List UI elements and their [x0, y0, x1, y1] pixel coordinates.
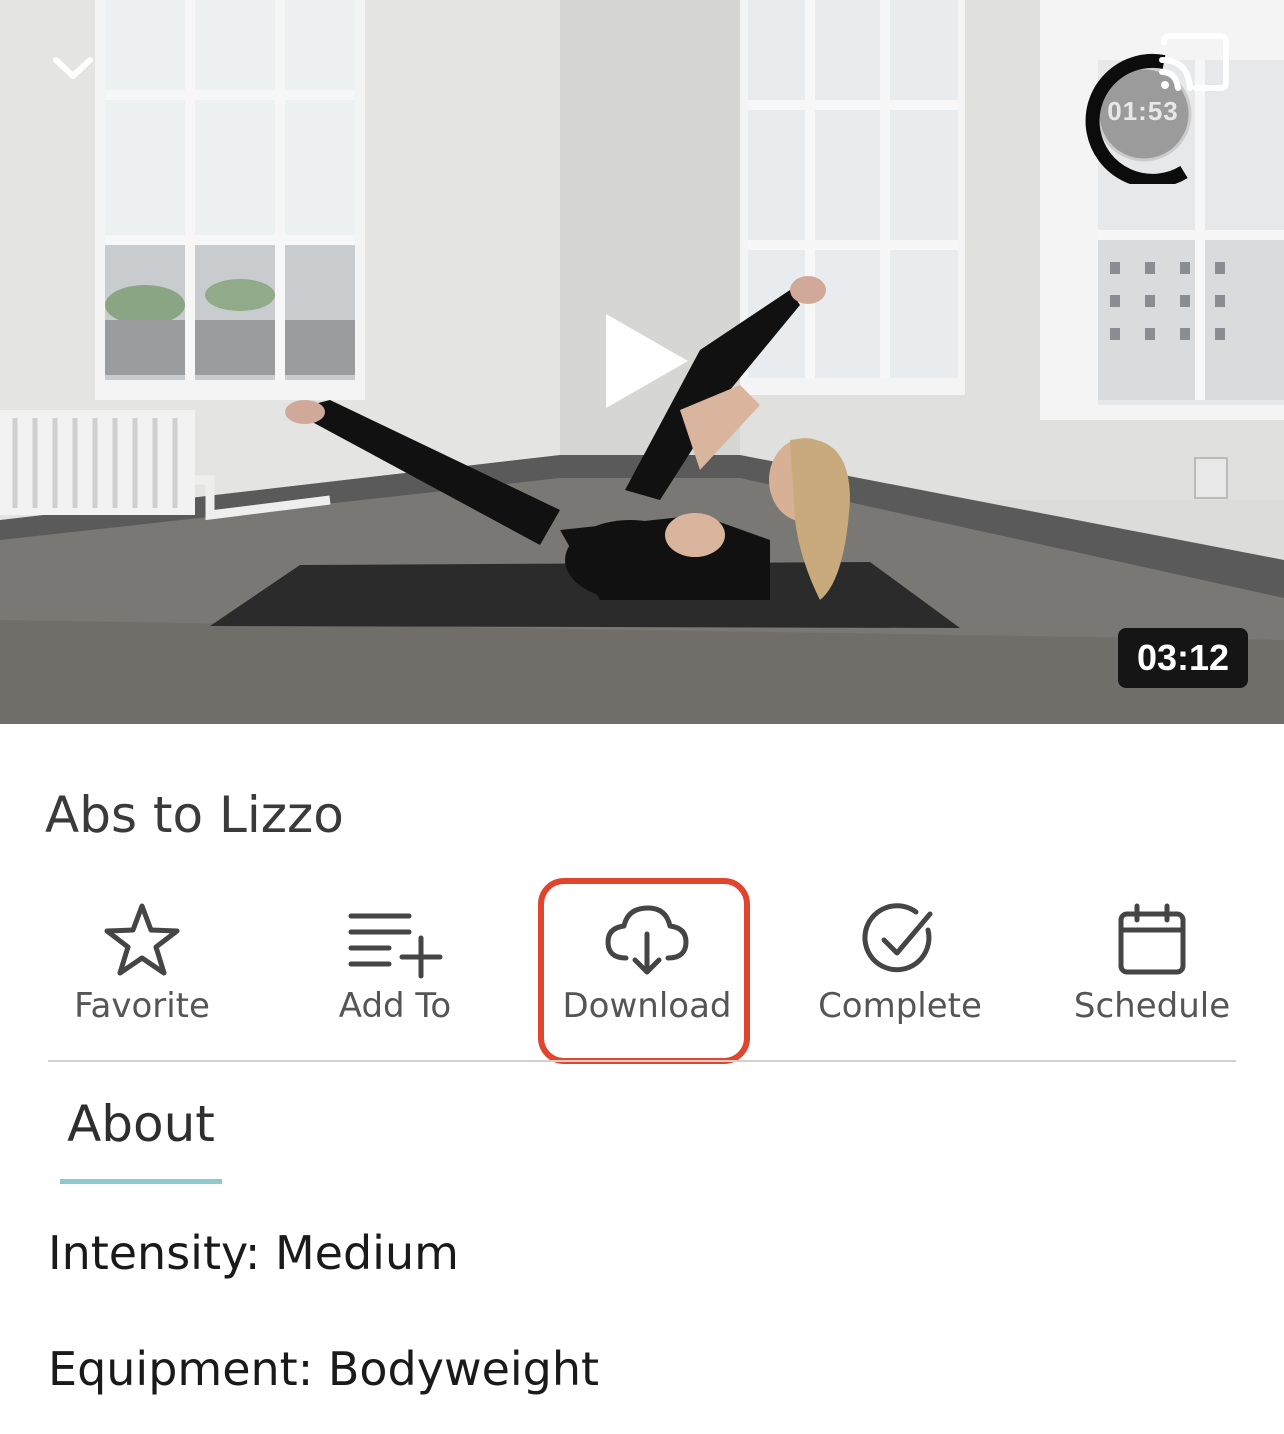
calendar-icon	[1118, 903, 1186, 975]
duration-badge: 03:12	[1118, 628, 1248, 688]
complete-label: Complete	[818, 986, 982, 1026]
favorite-button[interactable]: Favorite	[42, 900, 242, 1040]
play-button[interactable]	[596, 306, 696, 416]
play-icon	[606, 314, 688, 408]
add-to-label: Add To	[338, 986, 452, 1026]
complete-button[interactable]: Complete	[800, 900, 1000, 1040]
schedule-button[interactable]: Schedule	[1052, 900, 1252, 1040]
divider	[48, 1060, 1236, 1062]
cast-button[interactable]	[1150, 28, 1236, 98]
tab-about[interactable]: About	[60, 1092, 222, 1184]
tab-active-underline	[60, 1179, 222, 1184]
schedule-label: Schedule	[1073, 986, 1231, 1026]
tab-about-label: About	[67, 1095, 215, 1153]
workout-title: Abs to Lizzo	[45, 786, 344, 844]
check-circle-icon	[862, 903, 933, 973]
highlight-outline	[538, 878, 750, 1064]
equipment-text: Equipment: Bodyweight	[48, 1342, 600, 1396]
video-player[interactable]: 01:53 03:12	[0, 0, 1284, 724]
collapse-button[interactable]	[40, 40, 106, 96]
add-to-button[interactable]: Add To	[295, 900, 495, 1040]
favorite-label: Favorite	[74, 986, 210, 1026]
chevron-down-icon	[53, 57, 93, 79]
cast-icon	[1159, 33, 1229, 91]
playlist-add-icon	[348, 913, 443, 979]
intensity-text: Intensity: Medium	[48, 1226, 459, 1280]
star-icon	[104, 903, 180, 976]
